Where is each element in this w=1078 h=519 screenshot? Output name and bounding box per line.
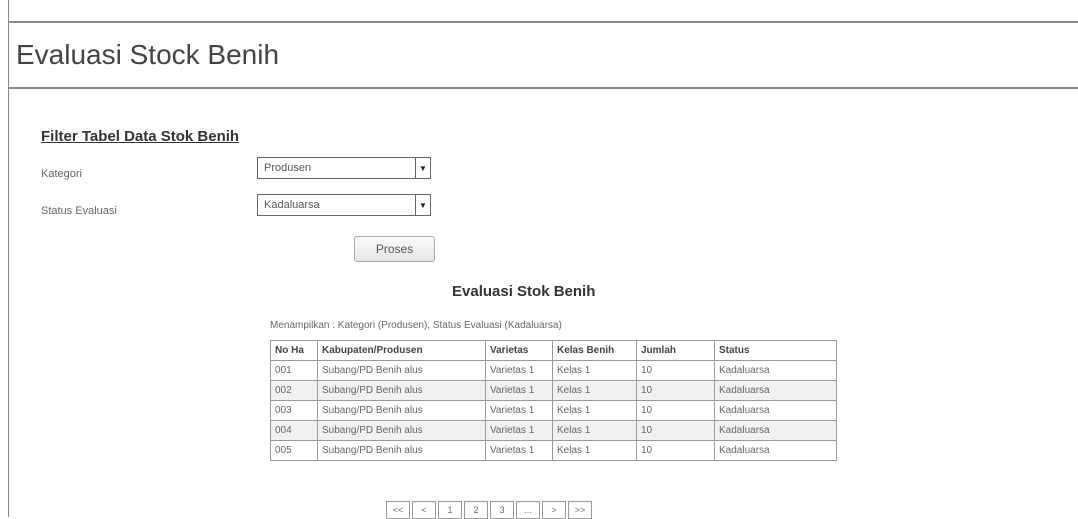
column-header: Jumlah [636, 340, 715, 361]
table-cell: Kelas 1 [552, 400, 637, 421]
pagination: << < 1 2 3 ... > >> [386, 501, 594, 519]
table-cell: 10 [636, 440, 715, 461]
page-prev-button[interactable]: < [412, 501, 436, 519]
table-row: 004 Subang/PD Benih alus Varietas 1 Kela… [270, 420, 837, 441]
results-title: Evaluasi Stok Benih [452, 283, 596, 300]
table-cell: Kadaluarsa [714, 440, 837, 461]
table-cell: Kelas 1 [552, 360, 637, 381]
chevron-down-icon[interactable]: ▼ [415, 158, 430, 178]
page-1-button[interactable]: 1 [438, 501, 462, 519]
page-next-button[interactable]: > [542, 501, 566, 519]
table-cell: Kadaluarsa [714, 400, 837, 421]
table-cell: Kadaluarsa [714, 360, 837, 381]
table-row: 003 Subang/PD Benih alus Varietas 1 Kela… [270, 400, 837, 421]
table-cell: Subang/PD Benih alus [317, 440, 486, 461]
table-cell: Varietas 1 [485, 420, 553, 441]
table-cell: Kelas 1 [552, 440, 637, 461]
results-subtitle: Menampilkan : Kategori (Produsen), Statu… [270, 320, 562, 331]
table-header-row: No Ha Kabupaten/Produsen Varietas Kelas … [270, 340, 837, 361]
table-cell: Kelas 1 [552, 380, 637, 401]
table-cell: Varietas 1 [485, 440, 553, 461]
status-evaluasi-select-value: Kadaluarsa [264, 199, 320, 211]
kategori-label: Kategori [41, 168, 82, 180]
table-cell: 10 [636, 360, 715, 381]
table-cell: 002 [270, 380, 318, 401]
table-cell: 10 [636, 420, 715, 441]
column-header: Kelas Benih [552, 340, 637, 361]
table-cell: Varietas 1 [485, 400, 553, 421]
table-cell: Kadaluarsa [714, 420, 837, 441]
column-header: Varietas [485, 340, 553, 361]
page-2-button[interactable]: 2 [464, 501, 488, 519]
table-cell: Subang/PD Benih alus [317, 400, 486, 421]
page-last-button[interactable]: >> [568, 501, 592, 519]
table-cell: Subang/PD Benih alus [317, 360, 486, 381]
chevron-down-icon[interactable]: ▼ [415, 195, 430, 215]
table-cell: Kadaluarsa [714, 380, 837, 401]
kategori-select-value: Produsen [264, 162, 312, 174]
table-cell: 004 [270, 420, 318, 441]
top-rule [8, 0, 1078, 23]
table-cell: Subang/PD Benih alus [317, 380, 486, 401]
status-evaluasi-label: Status Evaluasi [41, 205, 117, 217]
table-row: 005 Subang/PD Benih alus Varietas 1 Kela… [270, 440, 837, 461]
table-cell: 003 [270, 400, 318, 421]
column-header: Status [714, 340, 837, 361]
page-ellipsis: ... [516, 501, 540, 519]
table-row: 001 Subang/PD Benih alus Varietas 1 Kela… [270, 360, 837, 381]
status-evaluasi-select[interactable]: Kadaluarsa ▼ [257, 194, 431, 216]
table-cell: Subang/PD Benih alus [317, 420, 486, 441]
column-header: Kabupaten/Produsen [317, 340, 486, 361]
filter-title: Filter Tabel Data Stok Benih [41, 128, 240, 145]
kategori-select[interactable]: Produsen ▼ [257, 157, 431, 179]
table-row: 002 Subang/PD Benih alus Varietas 1 Kela… [270, 380, 837, 401]
page-title: Evaluasi Stock Benih [16, 39, 280, 70]
table-cell: Kelas 1 [552, 420, 637, 441]
table-cell: 001 [270, 360, 318, 381]
column-header: No Ha [270, 340, 318, 361]
table-cell: Varietas 1 [485, 360, 553, 381]
page-first-button[interactable]: << [386, 501, 410, 519]
proses-button[interactable]: Proses [354, 236, 435, 262]
page-3-button[interactable]: 3 [490, 501, 514, 519]
table-cell: 10 [636, 400, 715, 421]
table-cell: 005 [270, 440, 318, 461]
stock-table: No Ha Kabupaten/Produsen Varietas Kelas … [270, 340, 837, 461]
table-cell: 10 [636, 380, 715, 401]
table-cell: Varietas 1 [485, 380, 553, 401]
